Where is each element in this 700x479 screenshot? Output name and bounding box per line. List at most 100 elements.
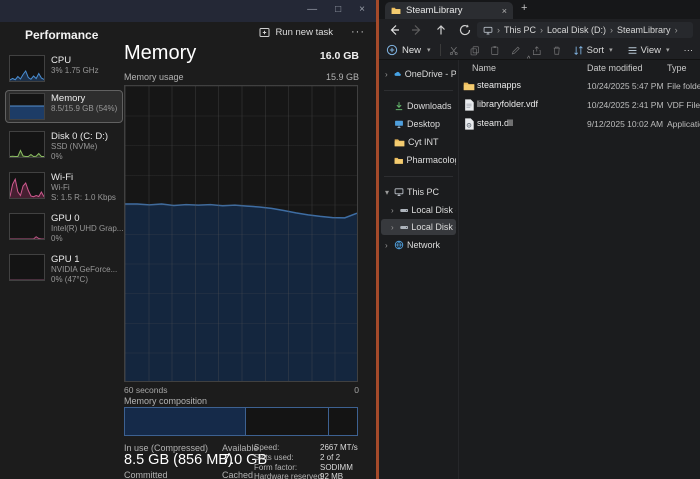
perf-card-gpu0[interactable]: GPU 0 Intel(R) UHD Grap... 0% — [5, 210, 123, 246]
new-button[interactable]: New ▾ — [386, 44, 431, 56]
chevron-right-icon: › — [540, 25, 544, 35]
view-button-label: View — [640, 44, 662, 56]
chevron-down-icon: ▾ — [666, 47, 670, 54]
card-detail: 3% 1.75 GHz — [51, 66, 99, 75]
sort-ascending-caret: ^ — [527, 56, 531, 63]
card-title: GPU 0 — [51, 213, 80, 224]
sidebar-item-label: Local Disk (D:) — [411, 222, 456, 232]
memory-usage-graph — [124, 85, 358, 382]
sidebar-item-pharmacology[interactable]: Pharmacology — [381, 152, 456, 168]
folder-icon — [391, 7, 401, 14]
memory-usage-label: Memory usage — [124, 72, 184, 82]
cached-label: Cached — [222, 470, 254, 479]
card-detail: 0% — [51, 233, 63, 243]
paste-icon[interactable] — [490, 44, 500, 57]
file-row-libraryfolder-vdf[interactable]: libraryfolder.vdf 10/24/2025 2:41 PM VDF… — [459, 97, 700, 114]
card-detail: SSD (NVMe) — [51, 142, 98, 151]
explorer-command-bar: New ▾ Sort ▾ View ▾ ··· — [379, 41, 700, 60]
file-date: 9/12/2025 10:02 AM — [587, 118, 664, 129]
refresh-icon[interactable] — [458, 23, 472, 37]
perf-card-disk[interactable]: Disk 0 (C: D:) SSD (NVMe) 0% — [5, 128, 123, 164]
file-name: libraryfolder.vdf — [477, 99, 539, 109]
forward-icon[interactable] — [410, 23, 424, 37]
perf-card-cpu[interactable]: CPU 3% 1.75 GHz — [5, 52, 123, 85]
cut-icon[interactable] — [449, 44, 459, 57]
task-manager-titlebar[interactable]: — □ × — [0, 0, 377, 22]
delete-icon[interactable] — [552, 44, 562, 57]
card-title: Disk 0 (C: D:) — [51, 131, 108, 142]
file-row-steam-dll[interactable]: steam.dll 9/12/2025 10:02 AM Application… — [459, 116, 700, 133]
perf-card-memory[interactable]: Memory 8.5/15.9 GB (54%) — [5, 90, 123, 123]
sidebar-item-label: OneDrive - Persona — [404, 69, 456, 79]
folder-icon — [394, 138, 405, 146]
tab-close-icon[interactable]: × — [502, 6, 507, 16]
memory-mini-graph — [9, 93, 45, 120]
chevron-right-icon[interactable]: › — [385, 241, 391, 250]
new-tab-button[interactable]: + — [521, 2, 527, 14]
up-icon[interactable] — [434, 23, 448, 37]
chevron-right-icon[interactable]: › — [391, 223, 397, 232]
chevron-right-icon[interactable]: › — [385, 70, 391, 79]
file-icon — [465, 99, 474, 111]
file-row-steamapps[interactable]: steamapps 10/24/2025 5:47 PM File folder — [459, 78, 700, 95]
copy-icon[interactable] — [470, 44, 480, 57]
card-detail: S: 1.5 R: 1.0 Kbps — [51, 192, 116, 202]
sidebar-item-desktop[interactable]: Desktop — [381, 116, 456, 132]
breadcrumb-local-disk-d[interactable]: Local Disk (D:) — [547, 25, 606, 35]
close-button[interactable]: × — [359, 3, 365, 17]
address-bar[interactable]: › This PC › Local Disk (D:) › SteamLibra… — [477, 22, 693, 38]
composition-segment — [125, 408, 246, 435]
file-date: 10/24/2025 5:47 PM — [587, 80, 664, 91]
column-header-type[interactable]: Type — [667, 63, 687, 73]
breadcrumb-steamlibrary[interactable]: SteamLibrary — [617, 25, 671, 35]
new-plus-icon — [386, 44, 398, 56]
sidebar-item-local-disk-d[interactable]: › Local Disk (D:) — [381, 219, 456, 235]
view-icon — [628, 46, 637, 54]
see-more-button[interactable]: ··· — [684, 45, 694, 56]
explorer-tab-steamlibrary[interactable]: SteamLibrary × — [385, 2, 513, 19]
committed-label: Committed — [124, 470, 168, 479]
sidebar-item-cyt-int[interactable]: Cyt INT — [381, 134, 456, 150]
breadcrumb-this-pc[interactable]: This PC — [504, 25, 536, 35]
maximize-button[interactable]: □ — [335, 3, 341, 17]
file-date: 10/24/2025 2:41 PM — [587, 99, 664, 110]
card-detail: Wi-Fi — [51, 183, 70, 192]
card-detail: 8.5/15.9 GB (54%) — [51, 104, 118, 113]
sort-button[interactable]: Sort ▾ — [573, 45, 613, 56]
card-title: Wi-Fi — [51, 172, 74, 183]
file-type: VDF File — [667, 99, 700, 110]
chevron-down-icon[interactable]: ▾ — [385, 188, 391, 197]
sidebar-item-local-disk-c[interactable]: › Local Disk (C:) — [381, 202, 456, 218]
card-title: Memory — [51, 93, 86, 104]
explorer-tab-bar[interactable]: SteamLibrary × + — [379, 0, 700, 19]
file-gear-icon — [465, 118, 474, 130]
form-factor-label: Form factor: — [254, 462, 298, 472]
rename-icon[interactable] — [511, 44, 521, 57]
view-button[interactable]: View ▾ — [627, 45, 670, 56]
file-explorer-window: SteamLibrary × + › This PC › Local Disk … — [379, 0, 700, 479]
composition-segment — [246, 408, 330, 435]
chevron-right-icon[interactable]: › — [391, 206, 397, 215]
sidebar-item-this-pc[interactable]: ▾ This PC — [381, 184, 456, 200]
share-icon[interactable] — [532, 44, 542, 57]
sidebar-item-label: Desktop — [407, 119, 441, 129]
sidebar-item-network[interactable]: › Network — [381, 237, 456, 253]
sort-icon — [573, 45, 583, 55]
network-icon — [394, 240, 404, 250]
column-header-name[interactable]: Name — [472, 63, 496, 73]
drive-icon — [400, 208, 409, 212]
folder-icon — [463, 82, 475, 91]
sidebar-item-onedrive[interactable]: › OneDrive - Persona — [381, 66, 456, 82]
run-new-task-button[interactable]: Run new task — [259, 27, 333, 38]
minimize-button[interactable]: — — [307, 3, 317, 17]
column-header-date-modified[interactable]: Date modified — [587, 63, 643, 73]
disk-mini-graph — [9, 131, 45, 158]
sort-button-label: Sort — [586, 44, 605, 56]
more-options-button[interactable]: ··· — [351, 26, 365, 38]
sidebar-item-downloads[interactable]: Downloads — [381, 98, 456, 114]
form-factor-value: SODIMM — [320, 462, 353, 472]
perf-card-gpu1[interactable]: GPU 1 NVIDIA GeForce... 0% (47°C) — [5, 251, 123, 287]
back-icon[interactable] — [387, 23, 401, 37]
perf-card-wifi[interactable]: Wi-Fi Wi-Fi S: 1.5 R: 1.0 Kbps — [5, 169, 123, 205]
memory-composition-label: Memory composition — [124, 396, 208, 406]
